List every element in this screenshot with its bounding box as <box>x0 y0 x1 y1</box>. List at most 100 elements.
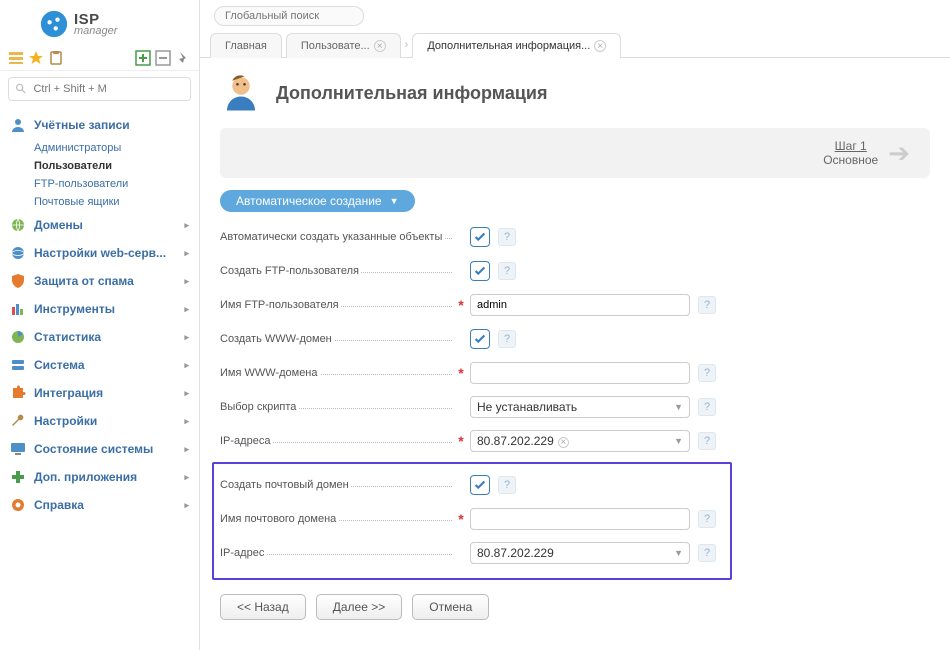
tab-label: Главная <box>225 40 267 52</box>
logo-text: ISP manager <box>74 11 117 37</box>
minus-icon[interactable] <box>155 50 171 66</box>
puzzle-icon <box>10 385 26 401</box>
checkbox-auto-create[interactable] <box>470 227 490 247</box>
tab-separator: › <box>405 39 409 51</box>
label-create-mail: Создать почтовый домен <box>220 479 351 491</box>
nav-integration[interactable]: Интеграция▸ <box>0 379 199 407</box>
sidebar: ISP manager Учётные записи Администратор… <box>0 0 200 650</box>
clipboard-icon[interactable] <box>48 50 64 66</box>
input-mail-name[interactable] <box>470 508 690 530</box>
sidebar-search-input[interactable] <box>33 83 184 95</box>
label-script: Выбор скрипта <box>220 401 298 413</box>
tab-addinfo[interactable]: Дополнительная информация... × <box>412 33 621 58</box>
help-icon[interactable]: ? <box>698 510 716 528</box>
logo-icon <box>40 10 68 38</box>
nav-accounts[interactable]: Учётные записи <box>0 111 199 139</box>
nav-status[interactable]: Состояние системы▸ <box>0 435 199 463</box>
help-icon[interactable]: ? <box>698 364 716 382</box>
tab-users[interactable]: Пользовате...× <box>286 33 401 58</box>
next-button[interactable]: Далее >> <box>316 594 403 620</box>
row-ftp-name: Имя FTP-пользователя * ? <box>220 292 930 318</box>
help-icon[interactable]: ? <box>498 330 516 348</box>
row-create-www: Создать WWW-домен ? <box>220 326 930 352</box>
help-icon[interactable]: ? <box>698 432 716 450</box>
nav-apps[interactable]: Доп. приложения▸ <box>0 463 199 491</box>
shield-icon <box>10 273 26 289</box>
checkbox-create-ftp[interactable] <box>470 261 490 281</box>
nav-system[interactable]: Система▸ <box>0 351 199 379</box>
user-icon <box>10 117 26 133</box>
help-icon[interactable]: ? <box>698 544 716 562</box>
nav-webserver[interactable]: Настройки web-серв...▸ <box>0 239 199 267</box>
content: Дополнительная информация Шаг 1 Основное… <box>200 58 950 634</box>
step-bar: Шаг 1 Основное ➔ <box>220 128 930 178</box>
page-header: Дополнительная информация <box>220 72 930 114</box>
nav-settings[interactable]: Настройки▸ <box>0 407 199 435</box>
close-icon[interactable]: × <box>374 40 386 52</box>
star-icon[interactable] <box>28 50 44 66</box>
wrench-icon <box>10 413 26 429</box>
nav-label: Настройки web-серв... <box>34 246 166 260</box>
globe2-icon <box>10 245 26 261</box>
row-script: Выбор скрипта Не устанавливать ▼ ? <box>220 394 930 420</box>
label-mail-ip: IP-адрес <box>220 547 266 559</box>
nav-label: Доп. приложения <box>34 470 137 484</box>
help-icon[interactable]: ? <box>698 398 716 416</box>
arrow-right-icon[interactable]: ➔ <box>888 138 910 169</box>
form: Автоматически создать указанные объекты … <box>220 224 930 620</box>
monitor-icon <box>10 441 26 457</box>
nav-sub-users[interactable]: Пользователи <box>0 157 199 175</box>
pie-icon <box>10 329 26 345</box>
pin-icon[interactable] <box>175 50 191 66</box>
tab-label: Дополнительная информация... <box>427 40 590 52</box>
nav-sub-ftp[interactable]: FTP-пользователи <box>0 175 199 193</box>
label-auto-create: Автоматически создать указанные объекты <box>220 231 444 243</box>
nav-stats[interactable]: Статистика▸ <box>0 323 199 351</box>
row-create-ftp: Создать FTP-пользователя ? <box>220 258 930 284</box>
nav-help[interactable]: Справка▸ <box>0 491 199 519</box>
help-icon[interactable]: ? <box>698 296 716 314</box>
nav-label: Состояние системы <box>34 442 153 456</box>
global-search-input[interactable] <box>214 6 364 26</box>
nav-sub-mail[interactable]: Почтовые ящики <box>0 193 199 211</box>
logo: ISP manager <box>40 10 191 38</box>
tabs: Главная Пользовате...× › Дополнительная … <box>200 32 950 58</box>
help-icon[interactable]: ? <box>498 262 516 280</box>
back-button[interactable]: << Назад <box>220 594 306 620</box>
help-icon[interactable]: ? <box>498 476 516 494</box>
remove-ip-icon[interactable]: × <box>558 437 569 448</box>
section-header[interactable]: Автоматическое создание ▼ <box>220 190 415 212</box>
nav: Учётные записи Администраторы Пользовате… <box>0 107 199 523</box>
list-icon[interactable] <box>8 50 24 66</box>
tab-home[interactable]: Главная <box>210 33 282 58</box>
nav-domains[interactable]: Домены▸ <box>0 211 199 239</box>
help-icon[interactable]: ? <box>498 228 516 246</box>
search-icon <box>15 82 27 96</box>
sidebar-search[interactable] <box>8 77 191 101</box>
section-title: Автоматическое создание <box>236 194 382 208</box>
chevron-down-icon: ▼ <box>674 436 683 446</box>
label-ip: IP-адреса <box>220 435 272 447</box>
globe-icon <box>10 217 26 233</box>
checkbox-create-mail[interactable] <box>470 475 490 495</box>
nav-sub-admins[interactable]: Администраторы <box>0 139 199 157</box>
close-icon[interactable]: × <box>594 40 606 52</box>
checkbox-create-www[interactable] <box>470 329 490 349</box>
select-mail-ip[interactable]: 80.87.202.229 ▼ <box>470 542 690 564</box>
input-ftp-name[interactable] <box>470 294 690 316</box>
user-avatar-icon <box>220 72 262 114</box>
cancel-button[interactable]: Отмена <box>412 594 489 620</box>
tools-icon <box>10 301 26 317</box>
chevron-down-icon: ▼ <box>390 196 399 206</box>
chevron-down-icon: ▼ <box>674 402 683 412</box>
life-ring-icon <box>10 497 26 513</box>
select-script[interactable]: Не устанавливать ▼ <box>470 396 690 418</box>
step-title[interactable]: Шаг 1 <box>823 139 878 153</box>
plus-icon[interactable] <box>135 50 151 66</box>
select-ip[interactable]: 80.87.202.229× ▼ <box>470 430 690 452</box>
nav-spam[interactable]: Защита от спама▸ <box>0 267 199 295</box>
input-www-name[interactable] <box>470 362 690 384</box>
logo-area: ISP manager <box>0 0 199 46</box>
nav-tools[interactable]: Инструменты▸ <box>0 295 199 323</box>
highlight-mail-section: Создать почтовый домен ? Имя почтового д… <box>212 462 732 580</box>
